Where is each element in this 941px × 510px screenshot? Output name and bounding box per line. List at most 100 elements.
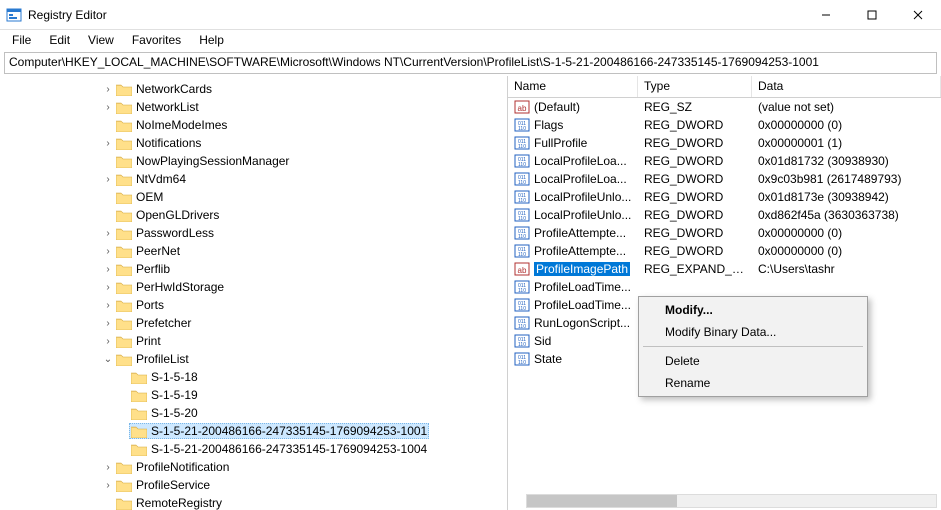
tree-item-label: Ports: [136, 298, 164, 312]
chevron-right-icon[interactable]: ›: [102, 300, 114, 311]
context-menu-item[interactable]: Modify Binary Data...: [641, 321, 865, 343]
tree-item[interactable]: ›NetworkCards: [0, 80, 507, 98]
scrollbar-thumb[interactable]: [527, 495, 677, 507]
menu-edit[interactable]: Edit: [41, 31, 78, 49]
tree-item[interactable]: ›PerHwIdStorage: [0, 278, 507, 296]
list-row[interactable]: 011110LocalProfileUnlo...REG_DWORD0xd862…: [508, 206, 941, 224]
svg-text:110: 110: [518, 216, 526, 222]
value-type: REG_DWORD: [638, 154, 752, 168]
chevron-right-icon[interactable]: ›: [102, 264, 114, 275]
list-row[interactable]: abProfileImagePathREG_EXPAND_SZC:\Users\…: [508, 260, 941, 278]
context-menu-item[interactable]: Rename: [641, 372, 865, 394]
folder-icon: [131, 371, 147, 384]
folder-icon: [116, 299, 132, 312]
menu-view[interactable]: View: [80, 31, 122, 49]
value-name: Sid: [534, 334, 551, 348]
tree-item[interactable]: ›NtVdm64: [0, 170, 507, 188]
address-bar[interactable]: Computer\HKEY_LOCAL_MACHINE\SOFTWARE\Mic…: [4, 52, 937, 74]
chevron-right-icon[interactable]: ›: [102, 318, 114, 329]
tree-item[interactable]: ›PeerNet: [0, 242, 507, 260]
tree-item[interactable]: › Ports: [0, 296, 507, 314]
value-type: REG_DWORD: [638, 190, 752, 204]
value-name: ProfileLoadTime...: [534, 298, 631, 312]
chevron-right-icon[interactable]: ›: [102, 228, 114, 239]
maximize-button[interactable]: [849, 0, 895, 30]
window-title: Registry Editor: [28, 8, 107, 22]
menu-help[interactable]: Help: [191, 31, 232, 49]
menu-favorites[interactable]: Favorites: [124, 31, 189, 49]
tree-item[interactable]: ⌄ProfileList: [0, 350, 507, 368]
list-row[interactable]: 011110ProfileAttempte...REG_DWORD0x00000…: [508, 242, 941, 260]
binary-value-icon: 011110: [514, 351, 530, 367]
tree-item[interactable]: S-1-5-21-200486166-247335145-1769094253-…: [0, 422, 507, 440]
chevron-right-icon[interactable]: ›: [102, 174, 114, 185]
col-header-type[interactable]: Type: [638, 76, 752, 97]
values-pane[interactable]: Name Type Data ab(Default)REG_SZ(value n…: [508, 76, 941, 510]
tree-item[interactable]: ›Perflib: [0, 260, 507, 278]
tree-item[interactable]: ›PasswordLess: [0, 224, 507, 242]
svg-text:110: 110: [518, 306, 526, 312]
tree-item[interactable]: › Prefetcher: [0, 314, 507, 332]
chevron-right-icon[interactable]: ›: [102, 138, 114, 149]
list-row[interactable]: 011110ProfileAttempte...REG_DWORD0x00000…: [508, 224, 941, 242]
tree-item[interactable]: OEM: [0, 188, 507, 206]
value-type: REG_DWORD: [638, 208, 752, 222]
chevron-right-icon[interactable]: ›: [102, 336, 114, 347]
chevron-right-icon[interactable]: ›: [102, 462, 114, 473]
tree-item-label: NowPlayingSessionManager: [136, 154, 289, 168]
tree-item[interactable]: ›NetworkList: [0, 98, 507, 116]
chevron-right-icon[interactable]: ›: [102, 246, 114, 257]
tree-item-label: ProfileService: [136, 478, 210, 492]
string-value-icon: ab: [514, 261, 530, 277]
titlebar: Registry Editor: [0, 0, 941, 30]
tree-item-label: Prefetcher: [136, 316, 191, 330]
menu-file[interactable]: File: [4, 31, 39, 49]
tree-item[interactable]: S-1-5-20: [0, 404, 507, 422]
value-type: REG_DWORD: [638, 118, 752, 132]
tree-item[interactable]: S-1-5-19: [0, 386, 507, 404]
tree-item[interactable]: ›ProfileNotification: [0, 458, 507, 476]
context-menu-item[interactable]: Delete: [641, 350, 865, 372]
list-row[interactable]: ab(Default)REG_SZ(value not set): [508, 98, 941, 116]
folder-icon: [116, 209, 132, 222]
chevron-right-icon[interactable]: ›: [102, 84, 114, 95]
folder-icon: [116, 461, 132, 474]
tree-item[interactable]: ›Notifications: [0, 134, 507, 152]
chevron-down-icon[interactable]: ⌄: [102, 354, 114, 365]
binary-value-icon: 011110: [514, 135, 530, 151]
svg-text:110: 110: [518, 198, 526, 204]
tree-item[interactable]: › ProfileService: [0, 476, 507, 494]
tree-item[interactable]: S-1-5-18: [0, 368, 507, 386]
minimize-button[interactable]: [803, 0, 849, 30]
chevron-right-icon[interactable]: ›: [102, 480, 114, 491]
tree-pane[interactable]: ›NetworkCards›NetworkListNoImeModeImes›N…: [0, 76, 508, 510]
chevron-right-icon[interactable]: ›: [102, 102, 114, 113]
tree-item[interactable]: ›Print: [0, 332, 507, 350]
value-data: 0x01d81732 (30938930): [752, 154, 941, 168]
horizontal-scrollbar[interactable]: [526, 494, 937, 508]
close-button[interactable]: [895, 0, 941, 30]
col-header-name[interactable]: Name: [508, 76, 638, 97]
list-row[interactable]: 011110LocalProfileUnlo...REG_DWORD0x01d8…: [508, 188, 941, 206]
list-row[interactable]: 011110ProfileLoadTime...: [508, 278, 941, 296]
list-row[interactable]: 011110LocalProfileLoa...REG_DWORD0x01d81…: [508, 152, 941, 170]
list-row[interactable]: 011110FullProfileREG_DWORD0x00000001 (1): [508, 134, 941, 152]
value-data: 0x00000000 (0): [752, 118, 941, 132]
folder-icon: [116, 263, 132, 276]
list-row[interactable]: 011110FlagsREG_DWORD0x00000000 (0): [508, 116, 941, 134]
tree-item-label: S-1-5-18: [151, 370, 198, 384]
tree-item[interactable]: S-1-5-21-200486166-247335145-1769094253-…: [0, 440, 507, 458]
value-name: LocalProfileUnlo...: [534, 208, 631, 222]
tree-item[interactable]: NoImeModeImes: [0, 116, 507, 134]
col-header-data[interactable]: Data: [752, 76, 941, 97]
tree-item[interactable]: OpenGLDrivers: [0, 206, 507, 224]
value-data: 0x00000000 (0): [752, 244, 941, 258]
tree-item[interactable]: RemoteRegistry: [0, 494, 507, 510]
folder-icon: [116, 119, 132, 132]
folder-icon: [116, 83, 132, 96]
chevron-right-icon[interactable]: ›: [102, 282, 114, 293]
context-menu-item[interactable]: Modify...: [641, 299, 865, 321]
tree-item-label: S-1-5-19: [151, 388, 198, 402]
tree-item[interactable]: NowPlayingSessionManager: [0, 152, 507, 170]
list-row[interactable]: 011110LocalProfileLoa...REG_DWORD0x9c03b…: [508, 170, 941, 188]
